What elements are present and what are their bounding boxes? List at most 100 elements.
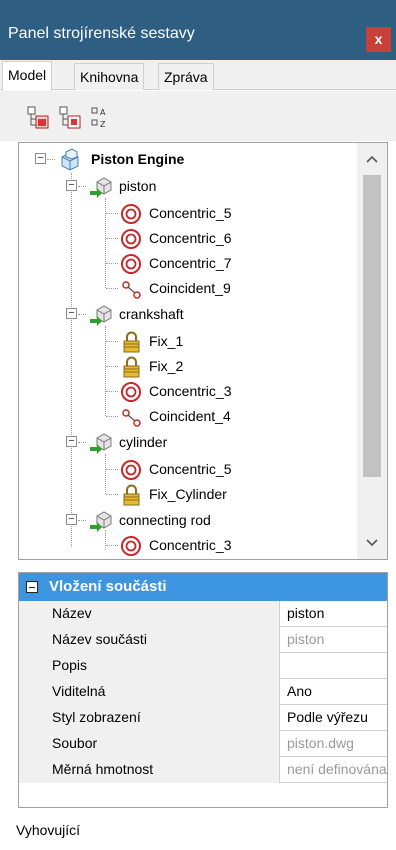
collapse-toggle[interactable]: − <box>66 436 77 447</box>
property-value[interactable]: Ano <box>281 679 387 705</box>
chevron-up-icon[interactable] <box>364 151 380 167</box>
property-name: Viditelná <box>43 679 280 705</box>
tree-component-crankshaft[interactable]: − crankshaft <box>19 302 357 326</box>
tree-component-label: crankshaft <box>119 306 184 322</box>
property-name: Soubor <box>43 731 280 757</box>
collapse-toggle[interactable]: − <box>66 180 77 191</box>
property-value[interactable] <box>281 653 387 679</box>
property-row[interactable]: Popis <box>19 653 387 679</box>
tree-constraint-item[interactable]: Fix_Cylinder <box>19 482 357 506</box>
tree-guide <box>106 366 118 367</box>
tree-root-node[interactable]: − Piston Engine <box>19 147 357 171</box>
properties-grid: Vložení součásti Název piston Název souč… <box>18 572 388 808</box>
collapse-toggle[interactable]: − <box>66 514 77 525</box>
tree-component-label: connecting rod <box>119 512 211 528</box>
window-title: Panel strojírenské sestavy <box>8 25 195 42</box>
tree-component-piston[interactable]: − piston <box>19 174 357 198</box>
row-gutter <box>19 757 43 783</box>
tree-guide <box>106 545 118 546</box>
fix-lock-icon <box>119 355 145 379</box>
tree-constraint-item[interactable]: Concentric_7 <box>19 251 357 275</box>
property-row[interactable]: Viditelná Ano <box>19 679 387 705</box>
tree-constraint-item[interactable]: Coincident_9 <box>19 276 357 300</box>
chevron-down-icon[interactable] <box>364 535 380 551</box>
sort-az-icon[interactable]: A Z <box>89 105 115 131</box>
coincident-icon <box>119 277 145 301</box>
properties-header-label: Vložení součásti <box>49 578 167 595</box>
tree-component-label: cylinder <box>119 434 168 450</box>
tree-constraint-label: Coincident_9 <box>149 280 231 296</box>
tree-constraint-item[interactable]: Concentric_5 <box>19 201 357 225</box>
tree-guide <box>106 288 118 289</box>
tab-knihovna[interactable]: Knihovna <box>74 63 145 90</box>
assembly-icon <box>57 148 83 172</box>
tree-constraint-item[interactable]: Concentric_6 <box>19 226 357 250</box>
row-gutter <box>19 627 43 653</box>
concentric-icon <box>119 227 145 251</box>
property-row[interactable]: Styl zobrazení Podle výřezu <box>19 705 387 731</box>
assembly-tree[interactable]: − Piston Engine − piston Concentric_5 Co… <box>18 142 388 560</box>
component-view-icon[interactable] <box>57 105 83 131</box>
property-row[interactable]: Měrná hmotnost není definována <box>19 757 387 783</box>
property-row[interactable]: Soubor piston.dwg <box>19 731 387 757</box>
property-row[interactable]: Název piston <box>19 601 387 627</box>
property-name: Měrná hmotnost <box>43 757 280 783</box>
concentric-icon <box>119 458 145 482</box>
tree-guide <box>106 238 118 239</box>
component-icon <box>89 509 115 533</box>
svg-text:Z: Z <box>100 120 106 129</box>
tree-constraint-label: Fix_Cylinder <box>149 486 227 502</box>
tree-constraint-label: Fix_1 <box>149 333 184 349</box>
tree-guide <box>106 416 118 417</box>
tab-zprava[interactable]: Zpráva <box>158 63 214 90</box>
concentric-icon <box>119 202 145 226</box>
tree-constraint-label: Coincident_4 <box>149 408 231 424</box>
component-icon <box>89 175 115 199</box>
collapse-toggle[interactable] <box>26 581 38 593</box>
svg-text:A: A <box>100 108 106 117</box>
property-value: není definována <box>287 761 387 777</box>
tab-strip: Model Knihovna Zpráva <box>0 60 396 91</box>
concentric-icon <box>119 252 145 276</box>
tree-scrollbar[interactable] <box>357 143 387 559</box>
row-gutter <box>19 601 43 627</box>
property-name: Styl zobrazení <box>43 705 280 731</box>
property-value[interactable]: piston <box>281 601 387 627</box>
tree-constraint-item[interactable]: Fix_1 <box>19 329 357 353</box>
property-row[interactable]: Název součásti piston <box>19 627 387 653</box>
tree-constraint-item[interactable]: Concentric_5 <box>19 457 357 481</box>
tree-constraint-label: Concentric_3 <box>149 383 232 399</box>
tree-root-label: Piston Engine <box>91 151 185 167</box>
collapse-toggle[interactable]: − <box>35 153 46 164</box>
property-value[interactable]: Podle výřezu <box>281 705 387 731</box>
status-text: Vyhovující <box>16 822 81 838</box>
tree-guide <box>78 186 86 187</box>
properties-header[interactable]: Vložení součásti <box>19 573 387 601</box>
tree-constraint-label: Concentric_6 <box>149 230 232 246</box>
tree-guide <box>78 442 86 443</box>
row-gutter <box>19 653 43 679</box>
tree-constraint-item[interactable]: Fix_2 <box>19 354 357 378</box>
tab-model[interactable]: Model <box>2 61 53 91</box>
concentric-icon <box>119 534 145 558</box>
tree-guide <box>106 213 118 214</box>
coincident-icon <box>119 405 145 429</box>
close-button[interactable]: x <box>366 27 391 52</box>
tree-constraint-item[interactable]: Concentric_3 <box>19 533 357 557</box>
collapse-toggle[interactable]: − <box>66 308 77 319</box>
property-name: Název součásti <box>43 627 280 653</box>
tree-guide <box>78 520 86 521</box>
tree-guide <box>106 391 118 392</box>
tree-constraint-item[interactable]: Concentric_3 <box>19 379 357 403</box>
component-icon <box>89 303 115 327</box>
tree-component-cylinder[interactable]: − cylinder <box>19 430 357 454</box>
tree-component-connecting-rod[interactable]: − connecting rod <box>19 508 357 532</box>
tree-guide <box>106 494 118 495</box>
scrollbar-thumb[interactable] <box>363 175 381 477</box>
assembly-view-icon[interactable] <box>25 105 51 131</box>
property-name: Název <box>43 601 280 627</box>
tree-constraint-item[interactable]: Coincident_4 <box>19 404 357 428</box>
property-name: Popis <box>43 653 280 679</box>
tree-constraint-label: Concentric_5 <box>149 461 232 477</box>
tree-constraint-label: Fix_2 <box>149 358 184 374</box>
